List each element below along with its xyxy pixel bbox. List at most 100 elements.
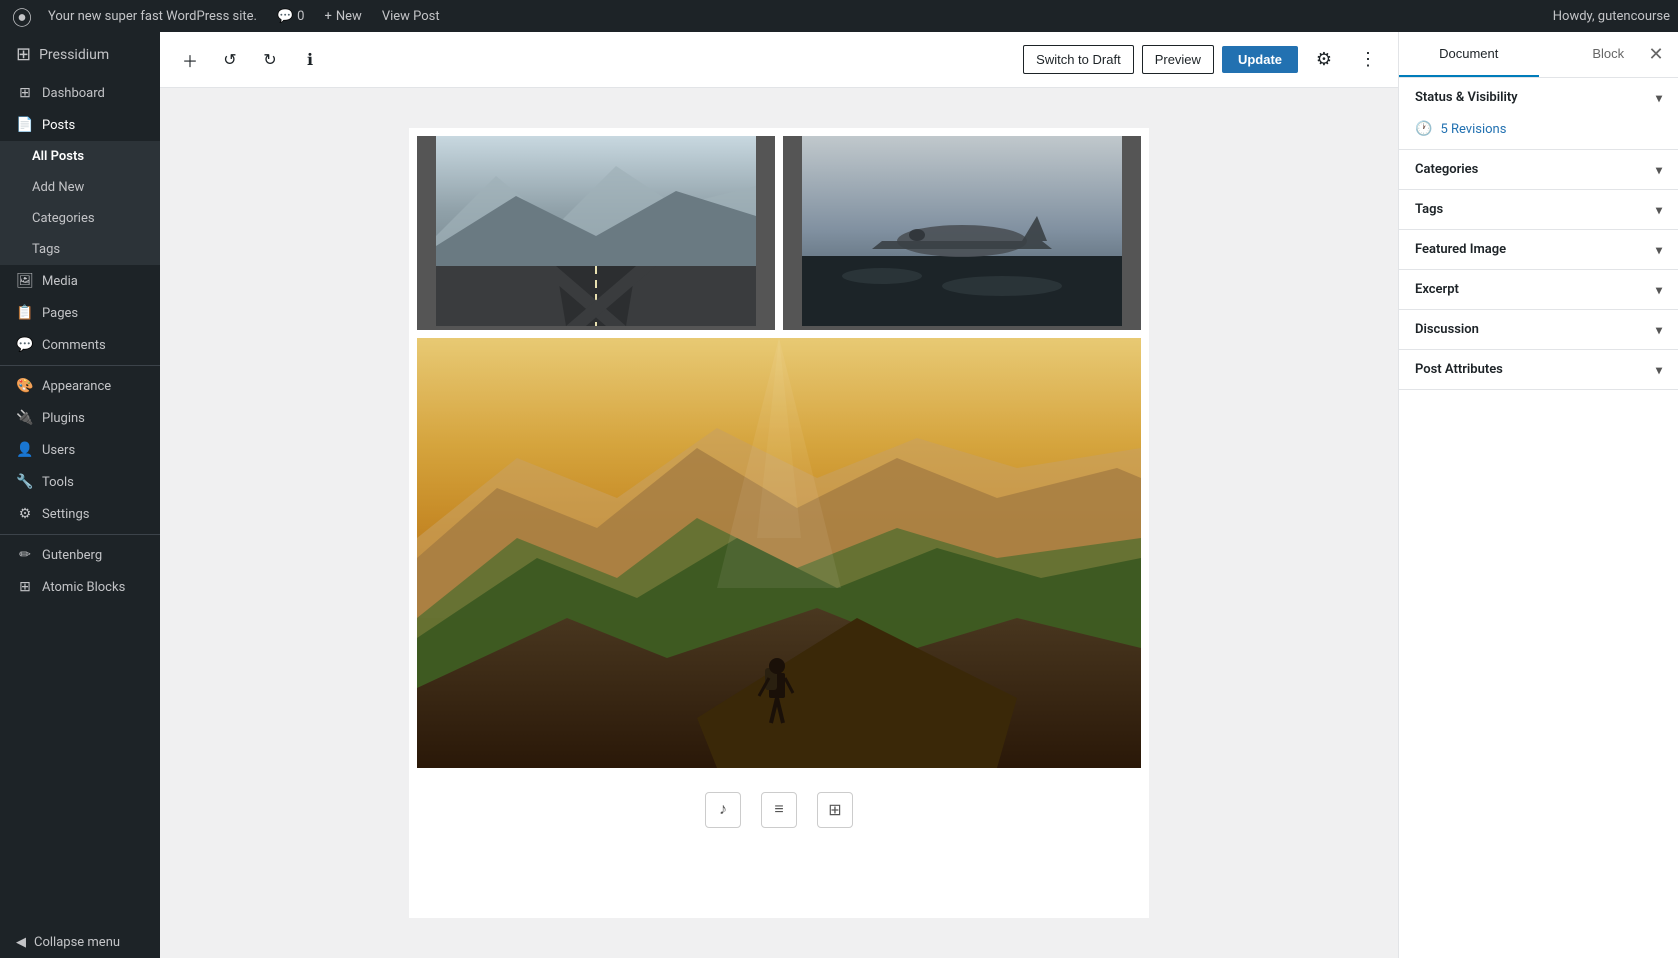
gutenberg-icon: ✏ xyxy=(16,547,34,563)
sidebar-item-label: Gutenberg xyxy=(42,548,102,563)
sidebar-item-media[interactable]: 🖼 Media xyxy=(0,265,160,297)
preview-button[interactable]: Preview xyxy=(1142,45,1214,74)
sidebar-item-label: All Posts xyxy=(32,149,84,164)
brand-icon: ⊞ xyxy=(16,44,31,65)
users-icon: 👤 xyxy=(16,442,34,458)
posts-icon: 📄 xyxy=(16,117,34,133)
section-discussion: Discussion ▾ xyxy=(1399,310,1678,350)
collapse-arrow-icon: ◀ xyxy=(16,935,26,950)
gallery-top-row xyxy=(409,128,1149,330)
sidebar-item-label: Posts xyxy=(42,118,75,133)
more-options-button[interactable]: ⋮ xyxy=(1350,42,1386,78)
revisions-row[interactable]: 🕐 5 Revisions xyxy=(1399,117,1678,149)
sidebar-item-label: Plugins xyxy=(42,411,85,426)
sidebar-item-pages[interactable]: 📋 Pages xyxy=(0,297,160,329)
list-block-button[interactable]: ≡ xyxy=(761,792,797,828)
sidebar-item-users[interactable]: 👤 Users xyxy=(0,434,160,466)
comments-count: 0 xyxy=(297,9,304,24)
update-button[interactable]: Update xyxy=(1222,46,1298,73)
switch-to-draft-button[interactable]: Switch to Draft xyxy=(1023,45,1134,74)
add-block-button[interactable]: ＋ xyxy=(172,42,208,78)
new-link[interactable]: + New xyxy=(316,9,369,24)
admin-bar: ⦿ Your new super fast WordPress site. 💬 … xyxy=(0,0,1678,32)
plugins-icon: 🔌 xyxy=(16,410,34,426)
info-button[interactable]: ℹ xyxy=(292,42,328,78)
view-post-link[interactable]: View Post xyxy=(374,9,448,24)
panel-close-button[interactable]: ✕ xyxy=(1642,41,1670,69)
section-excerpt: Excerpt ▾ xyxy=(1399,270,1678,310)
toolbar-right: Switch to Draft Preview Update ⚙ ⋮ xyxy=(1023,42,1386,78)
sidebar-item-all-posts[interactable]: All Posts xyxy=(0,141,160,172)
sidebar-item-label: Pages xyxy=(42,306,78,321)
section-status-visibility-header[interactable]: Status & Visibility ▾ xyxy=(1399,78,1678,117)
revisions-label: 5 Revisions xyxy=(1440,122,1506,137)
chevron-down-icon: ▾ xyxy=(1656,243,1662,257)
sidebar-brand[interactable]: ⊞ Pressidium xyxy=(0,32,160,77)
chevron-down-icon: ▾ xyxy=(1656,203,1662,217)
sidebar-divider-2 xyxy=(0,534,160,535)
sidebar-item-atomic-blocks[interactable]: ⊞ Atomic Blocks xyxy=(0,571,160,603)
sidebar-item-label: Comments xyxy=(42,338,106,353)
chevron-down-icon: ▾ xyxy=(1656,163,1662,177)
section-categories: Categories ▾ xyxy=(1399,150,1678,190)
tab-document[interactable]: Document xyxy=(1399,32,1539,77)
panel-tabs: Document Block ✕ xyxy=(1399,32,1678,78)
section-discussion-header[interactable]: Discussion ▾ xyxy=(1399,310,1678,349)
undo-button[interactable]: ↺ xyxy=(212,42,248,78)
brand-name: Pressidium xyxy=(39,47,109,63)
sidebar-collapse-button[interactable]: ◀ Collapse menu xyxy=(0,927,160,958)
editor-content[interactable]: ♪ ≡ ⊞ xyxy=(160,88,1398,958)
section-tags-header[interactable]: Tags ▾ xyxy=(1399,190,1678,229)
gallery-block-button[interactable]: ⊞ xyxy=(817,792,853,828)
sidebar-item-label: Categories xyxy=(32,211,95,226)
sidebar-item-plugins[interactable]: 🔌 Plugins xyxy=(0,402,160,434)
section-status-visibility: Status & Visibility ▾ 🕐 5 Revisions xyxy=(1399,78,1678,150)
sidebar-item-categories[interactable]: Categories xyxy=(0,203,160,234)
wp-logo-icon[interactable]: ⦿ xyxy=(8,2,36,30)
tools-icon: 🔧 xyxy=(16,474,34,490)
gallery-image-wreck[interactable] xyxy=(783,136,1141,330)
redo-button[interactable]: ↻ xyxy=(252,42,288,78)
section-label: Tags xyxy=(1415,202,1443,217)
collapse-label: Collapse menu xyxy=(34,935,120,950)
sidebar-item-appearance[interactable]: 🎨 Appearance xyxy=(0,370,160,402)
gallery-large-image-container[interactable] xyxy=(409,338,1149,776)
sidebar-item-label: Appearance xyxy=(42,379,111,394)
sidebar-item-add-new[interactable]: Add New xyxy=(0,172,160,203)
editor-bottom-controls: ♪ ≡ ⊞ xyxy=(409,776,1149,844)
sidebar-item-posts[interactable]: 📄 Posts xyxy=(0,109,160,141)
atomic-blocks-icon: ⊞ xyxy=(16,579,34,595)
sidebar-item-label: Media xyxy=(42,274,78,289)
comments-icon: 💬 xyxy=(16,337,34,353)
section-label: Featured Image xyxy=(1415,242,1506,257)
gallery-image-road[interactable] xyxy=(417,136,775,330)
section-categories-header[interactable]: Categories ▾ xyxy=(1399,150,1678,189)
sidebar-item-gutenberg[interactable]: ✏ Gutenberg xyxy=(0,539,160,571)
editor-toolbar: ＋ ↺ ↻ ℹ Switch to Draft Preview Update ⚙… xyxy=(160,32,1398,88)
right-panel: Document Block ✕ Status & Visibility ▾ 🕐… xyxy=(1398,32,1678,958)
sidebar-item-dashboard[interactable]: ⊞ Dashboard xyxy=(0,77,160,109)
section-post-attributes: Post Attributes ▾ xyxy=(1399,350,1678,390)
sidebar-item-settings[interactable]: ⚙ Settings xyxy=(0,498,160,530)
comments-link[interactable]: 💬 0 xyxy=(269,9,313,24)
audio-block-button[interactable]: ♪ xyxy=(705,792,741,828)
section-post-attributes-header[interactable]: Post Attributes ▾ xyxy=(1399,350,1678,389)
section-excerpt-header[interactable]: Excerpt ▾ xyxy=(1399,270,1678,309)
section-featured-image: Featured Image ▾ xyxy=(1399,230,1678,270)
appearance-icon: 🎨 xyxy=(16,378,34,394)
chevron-down-icon: ▾ xyxy=(1656,363,1662,377)
settings-button[interactable]: ⚙ xyxy=(1306,42,1342,78)
sidebar-item-tags[interactable]: Tags xyxy=(0,234,160,265)
site-name[interactable]: Your new super fast WordPress site. xyxy=(40,9,265,24)
section-tags: Tags ▾ xyxy=(1399,190,1678,230)
dashboard-icon: ⊞ xyxy=(16,85,34,101)
view-post-text: View Post xyxy=(382,9,440,24)
sidebar-item-tools[interactable]: 🔧 Tools xyxy=(0,466,160,498)
media-icon: 🖼 xyxy=(16,273,34,289)
section-featured-image-header[interactable]: Featured Image ▾ xyxy=(1399,230,1678,269)
sidebar-submenu-posts: All Posts Add New Categories Tags xyxy=(0,141,160,265)
editor-canvas: ♪ ≡ ⊞ xyxy=(409,128,1149,918)
chevron-down-icon: ▾ xyxy=(1656,283,1662,297)
sidebar-item-label: Atomic Blocks xyxy=(42,580,125,595)
sidebar-item-comments[interactable]: 💬 Comments xyxy=(0,329,160,361)
